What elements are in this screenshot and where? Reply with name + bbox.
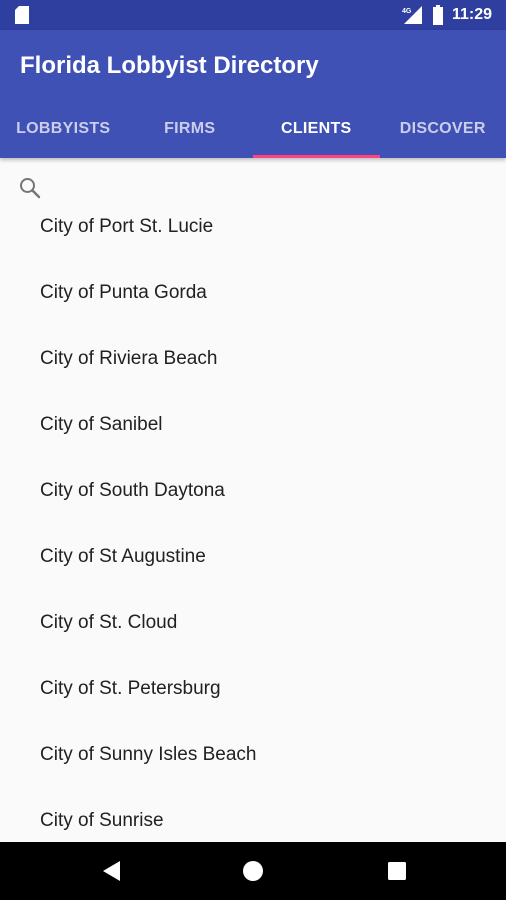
list-item[interactable]: City of Port St. Lucie — [0, 194, 506, 260]
tab-discover[interactable]: DISCOVER — [380, 100, 506, 158]
status-time: 11:29 — [452, 6, 493, 23]
list-item[interactable]: City of St. Petersburg — [0, 656, 506, 722]
list-item[interactable]: City of Sanibel — [0, 392, 506, 458]
status-bar: 4G 11:29 — [0, 0, 506, 30]
network-label: 4G — [402, 8, 412, 15]
list-item[interactable]: City of St Augustine — [0, 524, 506, 590]
list-item[interactable]: City of Sunny Isles Beach — [0, 722, 506, 788]
system-nav-bar — [0, 842, 506, 900]
client-list: City of Port St. Lucie City of Punta Gor… — [0, 194, 506, 854]
list-item[interactable]: City of South Daytona — [0, 458, 506, 524]
recents-icon[interactable] — [385, 859, 409, 883]
tab-lobbyists[interactable]: LOBBYISTS — [0, 100, 127, 158]
tab-firms[interactable]: FIRMS — [127, 100, 254, 158]
tab-bar: LOBBYISTS FIRMS CLIENTS DISCOVER — [0, 100, 506, 158]
battery-icon — [433, 5, 443, 25]
home-icon[interactable] — [241, 859, 265, 883]
signal-icon: 4G — [402, 6, 422, 24]
back-icon[interactable] — [100, 859, 124, 883]
tab-clients[interactable]: CLIENTS — [253, 100, 380, 158]
app-title: Florida Lobbyist Directory — [20, 52, 319, 79]
list-item[interactable]: City of Punta Gorda — [0, 260, 506, 326]
list-item[interactable]: City of St. Cloud — [0, 590, 506, 656]
sd-card-icon — [15, 6, 29, 24]
list-item[interactable]: City of Riviera Beach — [0, 326, 506, 392]
app-bar: Florida Lobbyist Directory LOBBYISTS FIR… — [0, 30, 506, 158]
